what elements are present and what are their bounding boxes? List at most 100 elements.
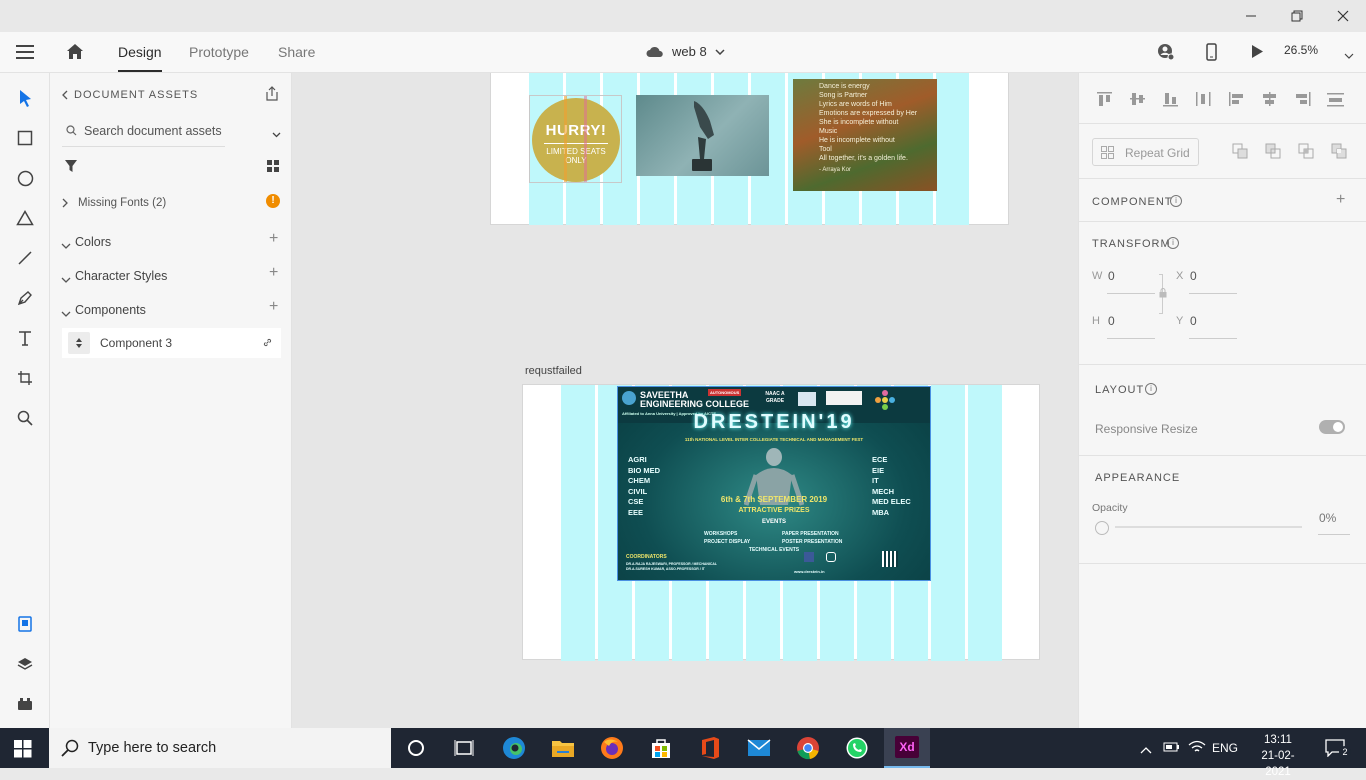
- zoom-tool-icon[interactable]: [13, 406, 37, 430]
- mail-icon[interactable]: [743, 732, 775, 764]
- align-center-icon[interactable]: [1260, 91, 1279, 107]
- height-field[interactable]: 0: [1108, 314, 1115, 328]
- trophy-image[interactable]: [636, 95, 769, 176]
- zoom-chevron-down-icon[interactable]: [1344, 48, 1354, 62]
- plugins-panel-icon[interactable]: [13, 692, 37, 716]
- restore-button[interactable]: [1274, 0, 1320, 32]
- input-language[interactable]: ENG: [1212, 741, 1238, 755]
- width-field[interactable]: 0: [1108, 269, 1115, 283]
- component-list-item[interactable]: Component 3: [62, 328, 281, 358]
- hamburger-menu-icon[interactable]: [16, 45, 34, 62]
- align-middle-icon[interactable]: [1128, 91, 1147, 107]
- user-coediting-icon[interactable]: [1157, 43, 1175, 64]
- artboard-1[interactable]: HURRY! LIMITED SEATS ONLY Dance is energ…: [490, 73, 1009, 225]
- artboard-2-label[interactable]: requstfailed: [525, 365, 582, 377]
- select-tool-icon[interactable]: [13, 86, 37, 110]
- firefox-icon[interactable]: [596, 732, 628, 764]
- pen-tool-icon[interactable]: [13, 286, 37, 310]
- character-styles-section-label[interactable]: Character Styles: [75, 269, 167, 283]
- add-color-plus-icon[interactable]: +: [269, 230, 278, 248]
- add-boolean-icon[interactable]: [1232, 143, 1248, 159]
- cortana-icon[interactable]: [400, 732, 432, 764]
- create-component-plus-icon[interactable]: +: [1336, 191, 1345, 209]
- assets-panel-icon[interactable]: [13, 612, 37, 636]
- lock-icon[interactable]: [1159, 287, 1167, 301]
- opacity-slider-handle[interactable]: [1095, 521, 1109, 535]
- tab-share[interactable]: Share: [278, 44, 315, 60]
- rectangle-tool-icon[interactable]: [13, 126, 37, 150]
- character-styles-chevron-down-icon[interactable]: [61, 272, 71, 286]
- missing-fonts-chevron-icon[interactable]: [62, 197, 68, 211]
- adobe-xd-taskbar-button[interactable]: Xd: [884, 728, 930, 768]
- tab-design[interactable]: Design: [118, 44, 162, 72]
- layers-panel-icon[interactable]: [13, 652, 37, 676]
- zoom-level[interactable]: 26.5%: [1284, 43, 1318, 57]
- hurry-badge-frame[interactable]: HURRY! LIMITED SEATS ONLY: [529, 95, 622, 183]
- layout-info-icon[interactable]: i: [1145, 383, 1157, 395]
- home-icon[interactable]: [66, 43, 84, 63]
- opacity-label: Opacity: [1092, 502, 1128, 514]
- subtract-boolean-icon[interactable]: [1265, 143, 1281, 159]
- missing-fonts-label[interactable]: Missing Fonts (2): [78, 197, 166, 209]
- align-bottom-icon[interactable]: [1161, 91, 1180, 107]
- ellipse-tool-icon[interactable]: [13, 166, 37, 190]
- play-preview-icon[interactable]: [1251, 44, 1264, 62]
- y-field[interactable]: 0: [1190, 314, 1197, 328]
- back-chevron-icon[interactable]: [61, 89, 69, 103]
- polygon-tool-icon[interactable]: [13, 206, 37, 230]
- design-canvas[interactable]: HURRY! LIMITED SEATS ONLY Dance is energ…: [292, 73, 1078, 728]
- add-character-style-plus-icon[interactable]: +: [269, 264, 278, 282]
- minimize-button[interactable]: [1228, 0, 1274, 32]
- export-share-icon[interactable]: [265, 86, 279, 104]
- add-component-plus-icon[interactable]: +: [269, 298, 278, 316]
- line-tool-icon[interactable]: [13, 246, 37, 270]
- distribute-horizontal-icon[interactable]: [1194, 91, 1213, 107]
- y-label: Y: [1176, 315, 1184, 327]
- text-tool-icon[interactable]: [13, 326, 37, 350]
- tab-prototype[interactable]: Prototype: [189, 44, 249, 60]
- show-hidden-icons-chevron-icon[interactable]: [1140, 743, 1152, 757]
- exclude-boolean-icon[interactable]: [1331, 143, 1347, 159]
- filter-icon[interactable]: [65, 160, 77, 175]
- opacity-slider-track[interactable]: [1115, 526, 1302, 528]
- mobile-preview-icon[interactable]: [1206, 43, 1217, 64]
- distribute-vertical-icon[interactable]: [1326, 91, 1345, 107]
- components-chevron-down-icon[interactable]: [61, 306, 71, 320]
- transform-info-icon[interactable]: i: [1167, 237, 1179, 249]
- windows-start-icon[interactable]: [14, 740, 32, 761]
- hurry-badge: HURRY! LIMITED SEATS ONLY: [532, 98, 620, 182]
- x-field[interactable]: 0: [1190, 269, 1197, 283]
- align-right-icon[interactable]: [1293, 91, 1312, 107]
- components-section-label[interactable]: Components: [75, 303, 146, 317]
- search-dropdown-chevron-icon[interactable]: [272, 127, 281, 141]
- edge-browser-icon[interactable]: [498, 732, 530, 764]
- component-info-icon[interactable]: i: [1170, 195, 1182, 207]
- task-view-icon[interactable]: [448, 732, 480, 764]
- office-icon[interactable]: [694, 732, 726, 764]
- responsive-resize-toggle[interactable]: [1319, 420, 1345, 434]
- artboard-2[interactable]: SAVEETHA ENGINEERING COLLEGE Affiliated …: [522, 384, 1040, 661]
- search-input[interactable]: Search document assets: [62, 119, 225, 147]
- whatsapp-icon[interactable]: [841, 732, 873, 764]
- wifi-icon[interactable]: [1188, 740, 1206, 757]
- system-clock[interactable]: 13:11 21-02-2021: [1250, 732, 1306, 780]
- poem-card[interactable]: Dance is energy Song is Partner Lyrics a…: [793, 79, 937, 191]
- grid-view-icon[interactable]: [267, 160, 279, 175]
- opacity-value[interactable]: 0%: [1319, 511, 1336, 525]
- microsoft-store-icon[interactable]: [645, 732, 677, 764]
- taskbar-search-box[interactable]: Type here to search: [49, 728, 391, 768]
- colors-section-label[interactable]: Colors: [75, 235, 111, 249]
- repeat-grid-button[interactable]: Repeat Grid: [1092, 138, 1199, 166]
- chrome-icon[interactable]: [792, 732, 824, 764]
- colors-chevron-down-icon[interactable]: [61, 238, 71, 252]
- document-title[interactable]: web 8: [646, 44, 725, 59]
- align-left-icon[interactable]: [1227, 91, 1246, 107]
- component-name: Component 3: [100, 336, 173, 350]
- close-button[interactable]: [1320, 0, 1366, 32]
- battery-icon[interactable]: [1163, 740, 1181, 757]
- selected-poster-frame[interactable]: SAVEETHA ENGINEERING COLLEGE Affiliated …: [617, 386, 931, 581]
- align-top-icon[interactable]: [1095, 91, 1114, 107]
- intersect-boolean-icon[interactable]: [1298, 143, 1314, 159]
- file-explorer-icon[interactable]: [547, 732, 579, 764]
- artboard-tool-icon[interactable]: [13, 366, 37, 390]
